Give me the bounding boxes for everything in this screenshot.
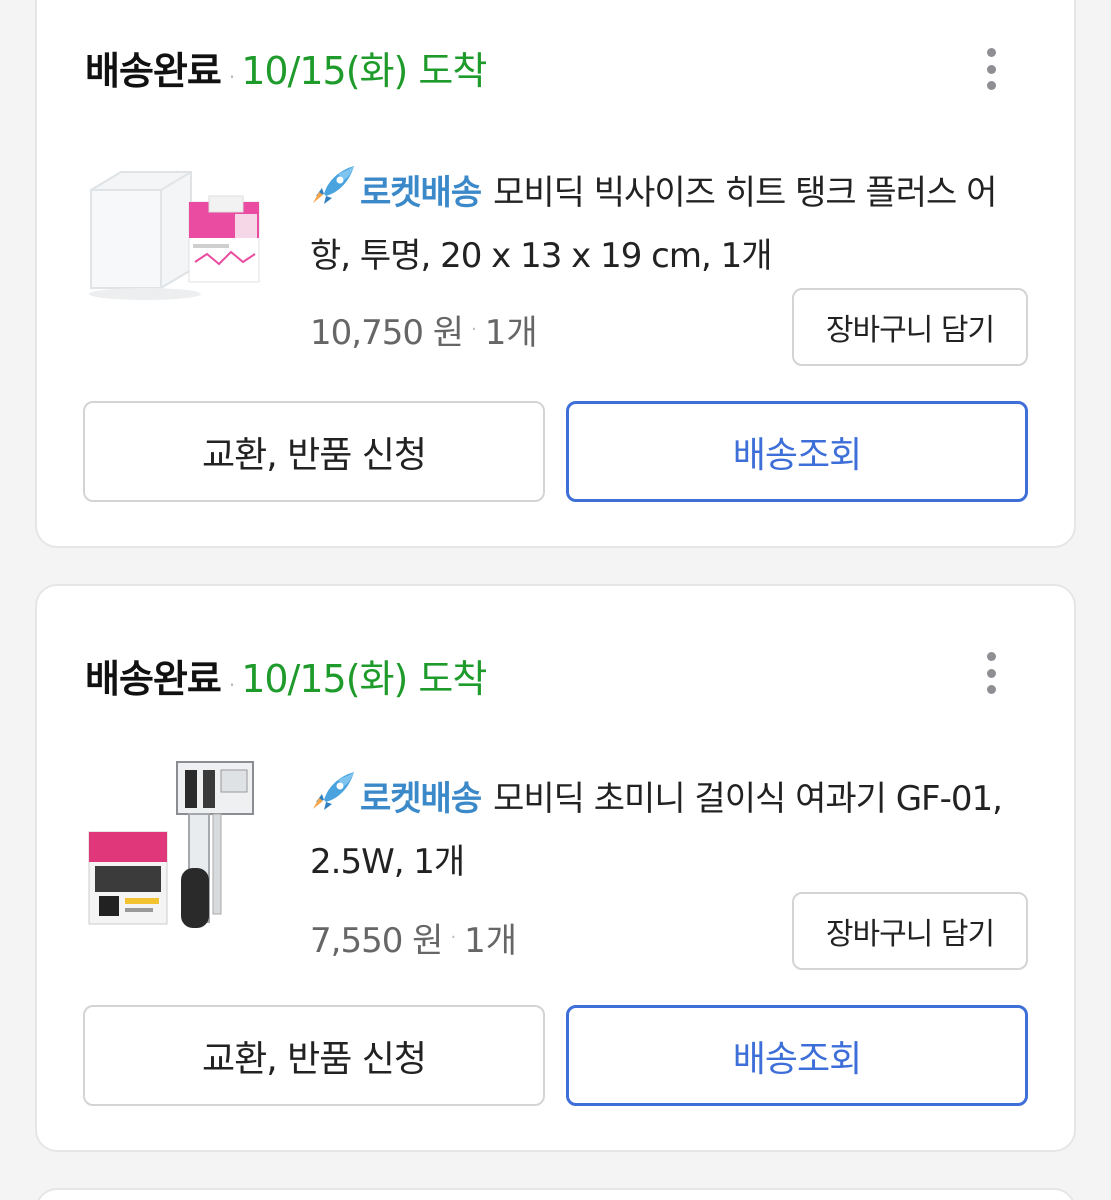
exchange-return-button[interactable]: 교환, 반품 신청 — [83, 401, 545, 502]
track-delivery-button[interactable]: 배송조회 — [566, 401, 1028, 502]
order-actions: 교환, 반품 신청 배송조회 — [83, 1005, 1028, 1106]
rocket-delivery-label: 로켓배송 — [360, 779, 482, 819]
quantity: 1개 — [464, 921, 518, 961]
price-separator: · — [450, 927, 457, 948]
rocket-delivery-badge: 로켓배송 — [310, 768, 493, 831]
status-separator: · — [228, 673, 236, 697]
quantity: 1개 — [484, 313, 538, 353]
arrival-date: 10/15(화) 도착 — [241, 657, 487, 701]
price: 7,550 원 — [310, 921, 443, 961]
price-row: 10,750 원 · 1개 — [310, 305, 538, 354]
arrival-date: 10/15(화) 도착 — [241, 49, 487, 93]
status-label: 배송완료 — [85, 49, 222, 93]
status-label: 배송완료 — [85, 657, 222, 701]
price-separator: · — [471, 319, 477, 340]
more-vertical-icon[interactable] — [976, 44, 1006, 94]
delivery-status: 배송완료 · 10/15(화) 도착 — [85, 648, 487, 703]
rocket-icon — [313, 772, 354, 810]
rocket-delivery-label: 로켓배송 — [360, 173, 482, 213]
price-row: 7,550 원 · 1개 — [310, 913, 517, 962]
track-delivery-button[interactable]: 배송조회 — [566, 1005, 1028, 1106]
add-to-cart-button[interactable]: 장바구니 담기 — [792, 288, 1028, 366]
status-separator: · — [228, 65, 236, 89]
product-image[interactable] — [85, 754, 265, 934]
rocket-delivery-badge: 로켓배송 — [310, 162, 493, 225]
add-to-cart-button[interactable]: 장바구니 담기 — [792, 892, 1028, 970]
order-card-partial — [35, 1188, 1076, 1200]
price: 10,750 원 — [310, 313, 464, 353]
rocket-icon — [313, 166, 354, 204]
product-info[interactable]: 로켓배송 모비딕 빅사이즈 히트 탱크 플러스 어항, 투명, 20 x 13 … — [310, 162, 1014, 288]
product-info[interactable]: 로켓배송 모비딕 초미니 걸이식 여과기 GF-01, 2.5W, 1개 — [310, 768, 1014, 894]
product-title[interactable]: 로켓배송 모비딕 빅사이즈 히트 탱크 플러스 어항, 투명, 20 x 13 … — [310, 162, 1014, 288]
order-actions: 교환, 반품 신청 배송조회 — [83, 401, 1028, 502]
order-list: 배송완료 · 10/15(화) 도착 로켓배송 모비딕 빅사이즈 히트 탱크 플… — [0, 0, 1111, 1200]
delivery-status: 배송완료 · 10/15(화) 도착 — [85, 40, 487, 95]
order-card: 배송완료 · 10/15(화) 도착 — [35, 0, 1076, 548]
more-vertical-icon[interactable] — [976, 648, 1006, 698]
exchange-return-button[interactable]: 교환, 반품 신청 — [83, 1005, 545, 1106]
product-image[interactable] — [85, 158, 265, 338]
product-title[interactable]: 로켓배송 모비딕 초미니 걸이식 여과기 GF-01, 2.5W, 1개 — [310, 768, 1014, 894]
order-card: 배송완료 · 10/15(화) 도착 — [35, 584, 1076, 1152]
